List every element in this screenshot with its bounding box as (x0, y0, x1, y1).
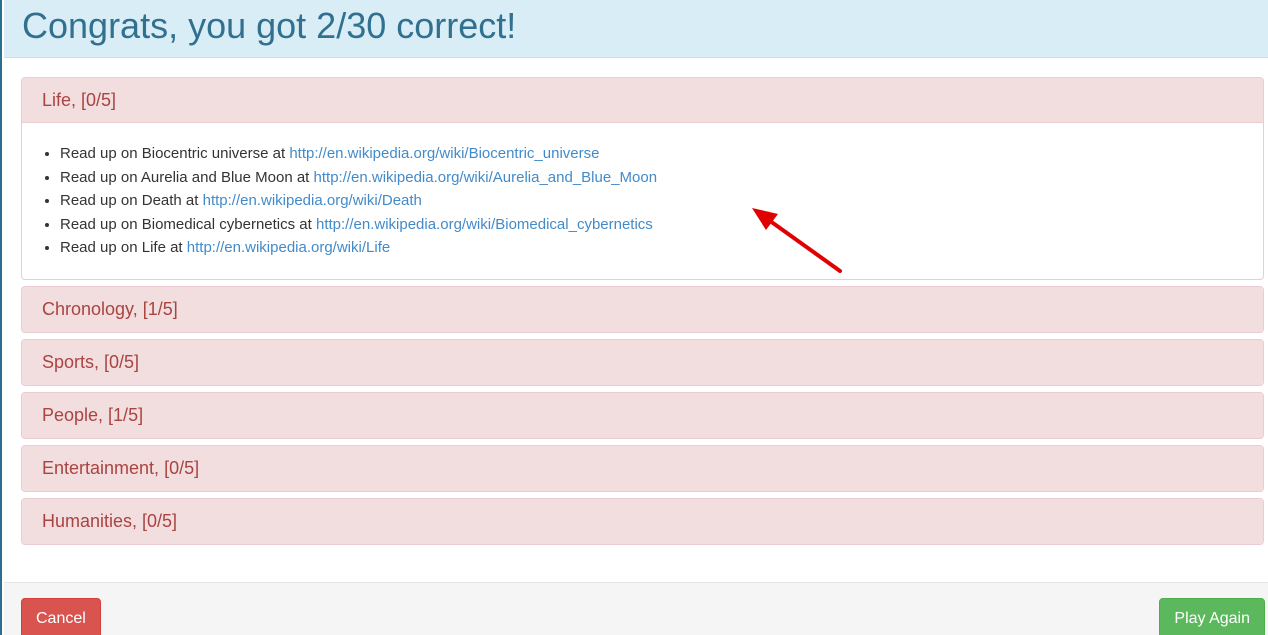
category-panel-entertainment: Entertainment, [0/5] (21, 444, 1264, 492)
list-item-text: Read up on Biomedical cybernetics at (60, 215, 316, 233)
category-heading-humanities[interactable]: Humanities, [0/5] (22, 498, 1263, 544)
category-panel-chronology: Chronology, [1/5] (21, 285, 1264, 333)
category-panel-people: People, [1/5] (21, 391, 1264, 439)
list-item: Read up on Biomedical cybernetics at htt… (60, 213, 1243, 237)
list-item-text: Read up on Death at (60, 192, 203, 209)
category-heading-chronology[interactable]: Chronology, [1/5] (22, 286, 1263, 332)
category-accordion: Life, [0/5] Read up on Biocentric univer… (21, 77, 1264, 551)
category-heading-life[interactable]: Life, [0/5] (22, 78, 1263, 123)
play-again-button[interactable]: Play Again (1159, 598, 1265, 635)
list-item-text: Read up on Aurelia and Blue Moon at (60, 168, 314, 186)
list-item: Read up on Biocentric universe at http:/… (60, 142, 1243, 166)
wiki-link[interactable]: http://en.wikipedia.org/wiki/Aurelia_and… (314, 169, 658, 186)
reading-list: Read up on Biocentric universe at http:/… (40, 142, 1243, 260)
category-heading-entertainment[interactable]: Entertainment, [0/5] (22, 445, 1263, 491)
category-panel-sports: Sports, [0/5] (21, 338, 1264, 386)
list-item: Read up on Death at http://en.wikipedia.… (60, 189, 1243, 213)
cancel-button[interactable]: Cancel (21, 598, 101, 635)
category-panel-humanities: Humanities, [0/5] (21, 497, 1264, 545)
modal-header: Congrats, you got 2/30 correct! (4, 0, 1268, 58)
list-item: Read up on Aurelia and Blue Moon at http… (60, 166, 1243, 190)
wiki-link[interactable]: http://en.wikipedia.org/wiki/Biocentric_… (289, 145, 599, 162)
results-modal: Congrats, you got 2/30 correct! Life, [0… (0, 0, 1268, 635)
red-arrow-icon (752, 208, 842, 273)
category-heading-sports[interactable]: Sports, [0/5] (22, 339, 1263, 385)
wiki-link[interactable]: http://en.wikipedia.org/wiki/Death (203, 192, 422, 209)
category-body-life: Read up on Biocentric universe at http:/… (22, 123, 1263, 279)
modal-footer: Cancel Play Again (4, 582, 1268, 635)
results-title: Congrats, you got 2/30 correct! (22, 5, 517, 46)
list-item-text: Read up on Life at (60, 239, 187, 256)
wiki-link[interactable]: http://en.wikipedia.org/wiki/Biomedical_… (316, 216, 653, 233)
category-heading-people[interactable]: People, [1/5] (22, 392, 1263, 438)
category-panel-life: Life, [0/5] Read up on Biocentric univer… (21, 77, 1264, 280)
wiki-link[interactable]: http://en.wikipedia.org/wiki/Life (187, 239, 390, 256)
list-item: Read up on Life at http://en.wikipedia.o… (60, 236, 1243, 260)
list-item-text: Read up on Biocentric universe at (60, 145, 290, 162)
